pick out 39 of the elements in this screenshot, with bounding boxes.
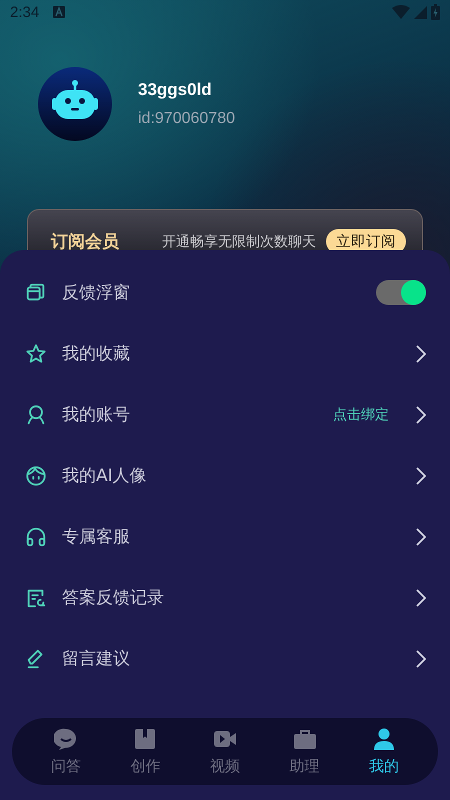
wifi-icon	[392, 5, 410, 19]
user-name: 33ggs0ld	[138, 80, 213, 100]
user-id: id:970060780	[138, 110, 235, 128]
status-time: 2:34	[10, 4, 40, 20]
menu-item-label[interactable]: 专属客服	[62, 525, 401, 548]
tab[interactable]: 视频	[196, 727, 253, 776]
star-icon	[25, 342, 47, 364]
briefcase-icon	[292, 727, 317, 751]
windows-icon	[25, 282, 47, 304]
menu-item-label[interactable]: 我的AI人像	[62, 464, 401, 487]
chevron-right-icon[interactable]	[416, 650, 426, 668]
menu-item-label[interactable]: 反馈浮窗	[62, 281, 361, 304]
menu-item-label[interactable]: 留言建议	[62, 647, 401, 670]
chevron-right-icon[interactable]	[416, 528, 426, 546]
headphones-icon	[25, 526, 47, 548]
chat-bubble-icon	[54, 727, 78, 751]
subscription-text: 开通畅享无限制次数聊天	[162, 232, 316, 250]
chevron-right-icon[interactable]	[416, 588, 426, 606]
user-icon	[25, 404, 47, 426]
person-icon	[372, 727, 396, 751]
battery-icon	[431, 4, 440, 20]
subscription-title: 订阅会员	[51, 231, 120, 253]
box-icon	[133, 727, 158, 751]
tab[interactable]: 助理	[276, 727, 333, 776]
bind-link[interactable]: 点击绑定	[333, 406, 389, 424]
tab[interactable]: 问答	[38, 727, 94, 776]
menu-item-label[interactable]: 答案反馈记录	[62, 586, 401, 609]
notification-icon	[53, 6, 66, 18]
menu-item-label[interactable]: 我的账号	[62, 403, 318, 426]
chevron-right-icon[interactable]	[416, 406, 426, 424]
face-icon	[25, 464, 47, 486]
toggle-switch[interactable]	[376, 280, 426, 305]
chevron-right-icon[interactable]	[416, 466, 426, 484]
chevron-right-icon[interactable]	[416, 344, 426, 362]
tab[interactable]: 创作	[117, 727, 174, 776]
tab[interactable]: 我的	[356, 727, 412, 776]
menu-item-label[interactable]: 我的收藏	[62, 342, 401, 365]
signal-icon	[414, 6, 427, 18]
robot-avatar-icon[interactable]	[38, 67, 112, 141]
